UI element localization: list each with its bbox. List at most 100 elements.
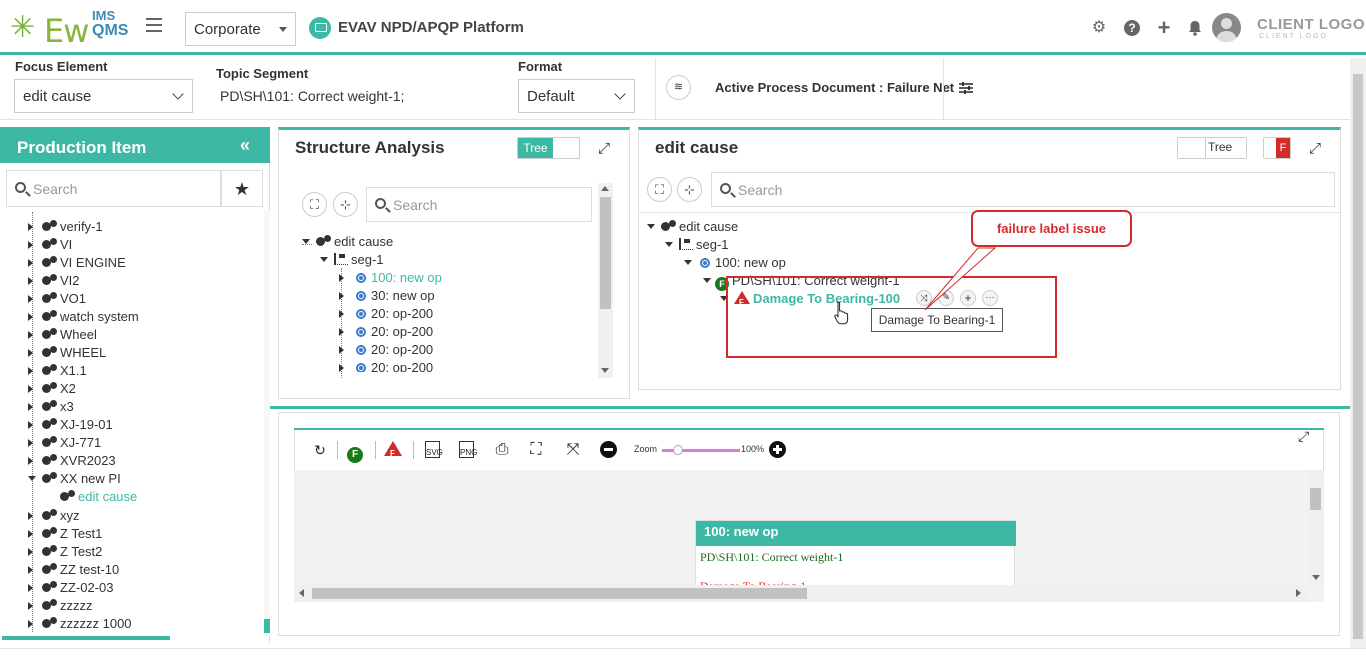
expand-icon[interactable]: ⤢ bbox=[598, 140, 610, 157]
collapsed-caret-icon[interactable] bbox=[28, 584, 33, 592]
plus-icon[interactable]: + bbox=[1156, 17, 1172, 39]
zoom-slider-handle[interactable] bbox=[672, 445, 683, 455]
production-tree-item[interactable]: zzzzz bbox=[28, 597, 93, 615]
collapsed-caret-icon[interactable] bbox=[28, 403, 33, 411]
structure-op-node[interactable]: 30: new op bbox=[339, 287, 435, 305]
production-tree-item[interactable]: VI ENGINE bbox=[28, 254, 126, 272]
expanded-caret-icon[interactable] bbox=[28, 476, 36, 481]
collapsed-caret-icon[interactable] bbox=[28, 295, 33, 303]
fullscreen-icon[interactable]: ⤧ bbox=[564, 441, 582, 459]
filter-settings-icon[interactable] bbox=[959, 81, 973, 95]
collapsed-caret-icon[interactable] bbox=[28, 349, 33, 357]
production-search-input[interactable]: Search bbox=[6, 170, 221, 207]
gear-icon[interactable]: ⚙ bbox=[1091, 20, 1107, 36]
structure-op-node[interactable]: 20: op-200 bbox=[339, 359, 433, 372]
app-logo[interactable]: ✳ Ew IMS QMS bbox=[10, 8, 130, 50]
org-select[interactable]: Corporate bbox=[185, 12, 296, 46]
production-tree-item[interactable]: watch system bbox=[28, 308, 139, 326]
production-tree-item[interactable]: XX new PI bbox=[28, 470, 121, 488]
collapse-left-icon[interactable]: « bbox=[240, 135, 250, 156]
structure-op-node[interactable]: 20: op-200 bbox=[339, 341, 433, 359]
collapsed-caret-icon[interactable] bbox=[28, 620, 33, 628]
production-tree-item[interactable]: VI bbox=[28, 236, 72, 254]
production-tree-item[interactable]: zzzzzz 1000 bbox=[28, 615, 132, 633]
collapsed-caret-icon[interactable] bbox=[28, 259, 33, 267]
structure-root-node[interactable]: edit cause bbox=[302, 233, 393, 251]
production-tree-item[interactable]: xyz bbox=[28, 507, 80, 525]
production-tree-item[interactable]: XJ-771 bbox=[28, 434, 101, 452]
fit-screen-icon[interactable]: ⛶ bbox=[647, 177, 672, 202]
diagram-canvas[interactable]: 100: new op PD\SH\101: Correct weight-1 … bbox=[294, 470, 1324, 602]
function-f-icon[interactable]: F bbox=[347, 447, 363, 463]
structure-search-input[interactable]: Search bbox=[366, 187, 592, 222]
layers-icon[interactable]: ≋ bbox=[666, 75, 691, 100]
structure-scrollbar[interactable] bbox=[598, 183, 613, 378]
collapsed-caret-icon[interactable] bbox=[339, 292, 344, 300]
production-tree-item[interactable]: WHEEL bbox=[28, 344, 106, 362]
diagram-vscroll[interactable] bbox=[1307, 470, 1324, 585]
collapsed-caret-icon[interactable] bbox=[28, 385, 33, 393]
favorite-star-icon[interactable]: ★ bbox=[221, 170, 263, 207]
edit-cause-root-node[interactable]: edit cause bbox=[647, 218, 738, 236]
zoom-slider[interactable] bbox=[662, 445, 740, 455]
focus-element-select[interactable]: edit cause bbox=[14, 79, 193, 113]
fit-screen-icon[interactable]: ⛶ bbox=[527, 441, 545, 459]
edit-cause-seg-node[interactable]: seg-1 bbox=[665, 236, 729, 254]
production-tree-item[interactable]: Wheel bbox=[28, 326, 97, 344]
collapsed-caret-icon[interactable] bbox=[339, 310, 344, 318]
production-tree-item[interactable]: X2 bbox=[28, 380, 76, 398]
edit-cause-search-input[interactable]: Search bbox=[711, 172, 1335, 207]
user-avatar[interactable] bbox=[1212, 13, 1241, 42]
page-scrollbar[interactable] bbox=[1350, 58, 1366, 648]
collapsed-caret-icon[interactable] bbox=[28, 530, 33, 538]
expand-icon[interactable]: ⤢ bbox=[1309, 140, 1321, 157]
collapsed-caret-icon[interactable] bbox=[28, 313, 33, 321]
edit-cause-op-node[interactable]: 100: new op bbox=[684, 254, 786, 272]
collapse-all-icon[interactable]: ⊹ bbox=[333, 192, 358, 217]
production-tree-item[interactable]: x3 bbox=[28, 398, 74, 416]
failure-toggle[interactable]: F bbox=[1263, 137, 1291, 159]
production-tree-item[interactable]: ZZ test-10 bbox=[28, 561, 119, 579]
zoom-out-icon[interactable] bbox=[599, 441, 617, 458]
collapsed-caret-icon[interactable] bbox=[28, 241, 33, 249]
print-icon[interactable]: ⎙ bbox=[493, 441, 511, 459]
production-hscroll-thumb[interactable] bbox=[2, 636, 170, 640]
production-tree-item[interactable]: VO1 bbox=[28, 290, 86, 308]
production-scrollbar[interactable] bbox=[264, 211, 270, 636]
collapsed-caret-icon[interactable] bbox=[339, 346, 344, 354]
collapsed-caret-icon[interactable] bbox=[28, 331, 33, 339]
structure-seg-node[interactable]: seg-1 bbox=[320, 251, 384, 269]
collapse-all-icon[interactable]: ⊹ bbox=[677, 177, 702, 202]
collapsed-caret-icon[interactable] bbox=[28, 277, 33, 285]
collapsed-caret-icon[interactable] bbox=[28, 457, 33, 465]
collapsed-caret-icon[interactable] bbox=[28, 548, 33, 556]
bell-icon[interactable] bbox=[1187, 20, 1203, 36]
production-tree-item[interactable]: X1.1 bbox=[28, 362, 87, 380]
collapsed-caret-icon[interactable] bbox=[339, 364, 344, 372]
production-tree-item[interactable]: XVR2023 bbox=[28, 452, 116, 470]
failure-f-icon[interactable]: F bbox=[384, 441, 402, 458]
collapsed-caret-icon[interactable] bbox=[28, 602, 33, 610]
production-tree-item[interactable]: Z Test1 bbox=[28, 525, 102, 543]
structure-op-node[interactable]: 100: new op bbox=[339, 269, 442, 287]
collapsed-caret-icon[interactable] bbox=[339, 328, 344, 336]
help-icon[interactable]: ? bbox=[1124, 20, 1140, 36]
diagram-hscroll[interactable] bbox=[294, 585, 1307, 602]
collapsed-caret-icon[interactable] bbox=[28, 439, 33, 447]
production-tree-item[interactable]: Z Test2 bbox=[28, 543, 102, 561]
production-tree-item[interactable]: XJ-19-01 bbox=[28, 416, 113, 434]
edit-cause-tree-toggle[interactable]: Tree bbox=[1177, 137, 1247, 159]
collapsed-caret-icon[interactable] bbox=[28, 367, 33, 375]
hamburger-menu-icon[interactable] bbox=[146, 18, 162, 32]
collapsed-caret-icon[interactable] bbox=[339, 274, 344, 282]
png-export-icon[interactable]: PNG bbox=[459, 441, 477, 458]
production-tree-item[interactable]: edit cause bbox=[46, 488, 137, 506]
fit-screen-icon[interactable]: ⛶ bbox=[302, 192, 327, 217]
collapsed-caret-icon[interactable] bbox=[28, 566, 33, 574]
structure-op-node[interactable]: 20: op-200 bbox=[339, 323, 433, 341]
structure-op-node[interactable]: 20: op-200 bbox=[339, 305, 433, 323]
production-tree-item[interactable]: ZZ-02-03 bbox=[28, 579, 113, 597]
collapsed-caret-icon[interactable] bbox=[28, 421, 33, 429]
collapsed-caret-icon[interactable] bbox=[28, 223, 33, 231]
production-tree-item[interactable]: verify-1 bbox=[28, 218, 103, 236]
